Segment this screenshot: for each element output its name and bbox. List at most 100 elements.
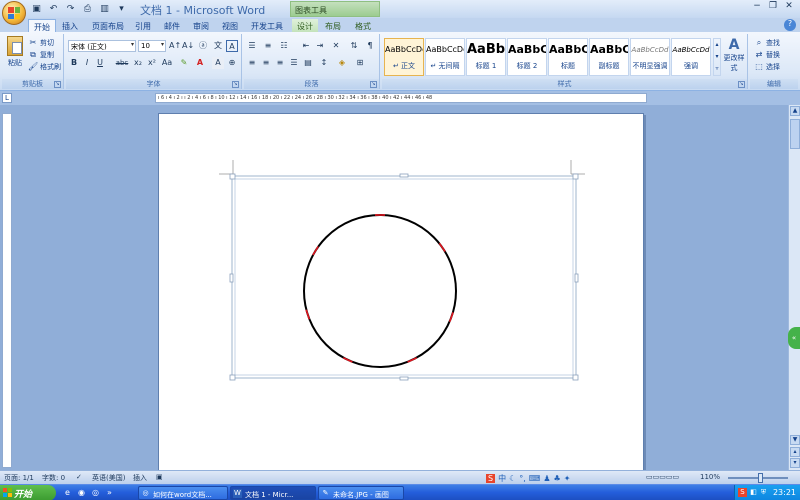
tab-format[interactable]: 格式 bbox=[350, 19, 376, 32]
borders-icon[interactable]: ⊞ bbox=[354, 57, 366, 69]
save-icon[interactable]: ▣ bbox=[30, 2, 43, 15]
page-count[interactable]: 页面: 1/1 bbox=[4, 473, 34, 483]
align-left-icon[interactable]: ≡ bbox=[246, 57, 258, 69]
tab-review[interactable]: 审阅 bbox=[189, 19, 213, 32]
style-normal[interactable]: AaBbCcDd ↵ 正文 bbox=[384, 38, 424, 76]
paste-button[interactable]: 粘贴 bbox=[5, 36, 25, 70]
redo-icon[interactable]: ↷ bbox=[64, 2, 77, 15]
maximize-button[interactable]: ❐ bbox=[766, 1, 780, 14]
numbering-icon[interactable]: ≡ bbox=[262, 40, 274, 52]
scroll-up-icon[interactable]: ▲ bbox=[790, 106, 800, 116]
tab-view[interactable]: 视图 bbox=[218, 19, 242, 32]
proofing-icon[interactable]: ✓ bbox=[76, 473, 82, 481]
security-icon[interactable]: ⛨ bbox=[759, 488, 768, 497]
style-no-spacing[interactable]: AaBbCcDd ↵ 无间隔 bbox=[425, 38, 465, 76]
sogou-icon[interactable]: S bbox=[486, 473, 496, 483]
font-color-icon[interactable]: A bbox=[194, 57, 206, 69]
vertical-scrollbar[interactable]: ▲ ▼ ▴ ▾ bbox=[788, 105, 800, 470]
styles-launcher-icon[interactable]: ↘ bbox=[738, 81, 745, 88]
tab-page-layout[interactable]: 页面布局 bbox=[88, 19, 128, 32]
shrink-font-button[interactable]: A↓ bbox=[182, 40, 194, 52]
paragraph-launcher-icon[interactable]: ↘ bbox=[370, 81, 377, 88]
network-icon[interactable]: ◧ bbox=[749, 488, 758, 497]
undo-icon[interactable]: ↶ bbox=[47, 2, 60, 15]
styles-scroll[interactable]: ▴ ▾ ▿ bbox=[713, 38, 721, 76]
font-launcher-icon[interactable]: ↘ bbox=[232, 81, 239, 88]
macro-record-icon[interactable]: ▣ bbox=[156, 473, 163, 481]
strikethrough-button[interactable]: abc bbox=[114, 57, 130, 69]
change-case-button[interactable]: Aa bbox=[160, 57, 174, 69]
help-icon[interactable]: ? bbox=[784, 19, 796, 31]
qat-dropdown-icon[interactable]: ▾ bbox=[115, 2, 128, 15]
ime-tools-icon[interactable]: ✦ bbox=[564, 474, 571, 483]
align-center-icon[interactable]: ≡ bbox=[260, 57, 272, 69]
replace-button[interactable]: ⇄ 替换 bbox=[754, 49, 780, 60]
char-shading-icon[interactable]: A bbox=[212, 57, 224, 69]
style-title[interactable]: AaBbC 标题 bbox=[548, 38, 588, 76]
horizontal-ruler[interactable]: ı 6 ı 4 ı 2 ı ı 2 ı 4 ı 6 ı 8 ı 10 ı 12 … bbox=[155, 93, 647, 103]
chart-icon[interactable]: ▥ bbox=[98, 2, 111, 15]
style-heading-2[interactable]: AaBbC 标题 2 bbox=[507, 38, 547, 76]
tab-home[interactable]: 开始 bbox=[28, 19, 56, 32]
close-button[interactable]: ✕ bbox=[782, 1, 796, 14]
clear-format-icon[interactable]: ⓐ bbox=[197, 40, 209, 52]
sogou-tray-icon[interactable]: S bbox=[738, 488, 747, 497]
font-size-select[interactable]: 10 ▾ bbox=[138, 40, 166, 52]
language-indicator[interactable]: 英语(美国) bbox=[92, 473, 125, 483]
browser-icon[interactable]: ◎ bbox=[90, 487, 101, 498]
asian-layout-icon[interactable]: ✕ bbox=[330, 40, 342, 52]
find-button[interactable]: ⌕ 查找 bbox=[754, 37, 780, 48]
bold-button[interactable]: B bbox=[68, 57, 80, 69]
ime-chinese-icon[interactable]: 中 bbox=[498, 473, 506, 484]
italic-button[interactable]: I bbox=[81, 57, 93, 69]
view-buttons-icon[interactable]: ▭▭▭▭▭ bbox=[646, 473, 679, 481]
ime-keyboard-icon[interactable]: ⌨ bbox=[529, 474, 541, 483]
style-emphasis[interactable]: AaBbCcDd 强调 bbox=[671, 38, 711, 76]
sort-icon[interactable]: ⇅ bbox=[348, 40, 360, 52]
underline-button[interactable]: U bbox=[94, 57, 106, 69]
cut-button[interactable]: ✂ 剪切 bbox=[28, 37, 54, 48]
task-word[interactable]: W 文档 1 - Micr... bbox=[230, 486, 316, 500]
tab-references[interactable]: 引用 bbox=[131, 19, 155, 32]
show-marks-icon[interactable]: ¶ bbox=[364, 40, 376, 52]
enclose-char-icon[interactable]: ⊕ bbox=[226, 57, 238, 69]
format-painter-button[interactable]: 🖌 格式刷 bbox=[28, 61, 61, 72]
decrease-indent-icon[interactable]: ⇤ bbox=[300, 40, 312, 52]
vertical-ruler[interactable] bbox=[2, 113, 12, 468]
style-subtitle[interactable]: AaBbC 副标题 bbox=[589, 38, 629, 76]
office-button[interactable] bbox=[2, 1, 26, 25]
line-spacing-icon[interactable]: ↕ bbox=[318, 57, 330, 69]
next-page-icon[interactable]: ▾ bbox=[790, 458, 800, 468]
phonetic-guide-icon[interactable]: 文 bbox=[212, 40, 224, 52]
ime-moon-icon[interactable]: ☾ bbox=[509, 474, 516, 483]
task-browser[interactable]: ◎ 如何在word文档... bbox=[138, 486, 228, 500]
clipboard-launcher-icon[interactable]: ↘ bbox=[54, 81, 61, 88]
distribute-icon[interactable]: ▤ bbox=[302, 57, 314, 69]
zoom-slider-knob[interactable] bbox=[758, 473, 763, 483]
select-button[interactable]: ⬚ 选择 bbox=[754, 61, 780, 72]
quick-launch-more-icon[interactable]: » bbox=[104, 487, 115, 498]
side-assistant-icon[interactable]: « bbox=[788, 327, 800, 349]
ime-user-icon[interactable]: ♟ bbox=[543, 474, 550, 483]
scroll-down-icon[interactable]: ▼ bbox=[790, 435, 800, 445]
prev-page-icon[interactable]: ▴ bbox=[790, 447, 800, 457]
style-subtle-emphasis[interactable]: AaBbCcDd 不明显强调 bbox=[630, 38, 670, 76]
grow-font-button[interactable]: A↑ bbox=[169, 40, 181, 52]
minimize-button[interactable]: − bbox=[750, 1, 764, 14]
tab-selector[interactable]: L bbox=[2, 93, 12, 103]
subscript-button[interactable]: x₂ bbox=[132, 57, 144, 69]
font-family-select[interactable]: 宋体 (正文) ▾ bbox=[68, 40, 136, 52]
document-page[interactable] bbox=[158, 113, 644, 473]
tab-mailings[interactable]: 邮件 bbox=[160, 19, 184, 32]
multilevel-list-icon[interactable]: ☷ bbox=[278, 40, 290, 52]
word-count[interactable]: 字数: 0 bbox=[42, 473, 65, 483]
char-border-button[interactable]: A bbox=[226, 40, 238, 52]
highlight-icon[interactable]: ✎ bbox=[178, 57, 190, 69]
insert-mode[interactable]: 插入 bbox=[133, 473, 147, 483]
ime-skin-icon[interactable]: ♣ bbox=[554, 474, 561, 483]
justify-icon[interactable]: ☰ bbox=[288, 57, 300, 69]
tab-insert[interactable]: 插入 bbox=[58, 19, 82, 32]
change-styles-button[interactable]: A 更改样式 bbox=[722, 37, 746, 73]
copy-button[interactable]: ⧉ 复制 bbox=[28, 49, 54, 60]
start-button[interactable]: 开始 bbox=[0, 485, 56, 500]
